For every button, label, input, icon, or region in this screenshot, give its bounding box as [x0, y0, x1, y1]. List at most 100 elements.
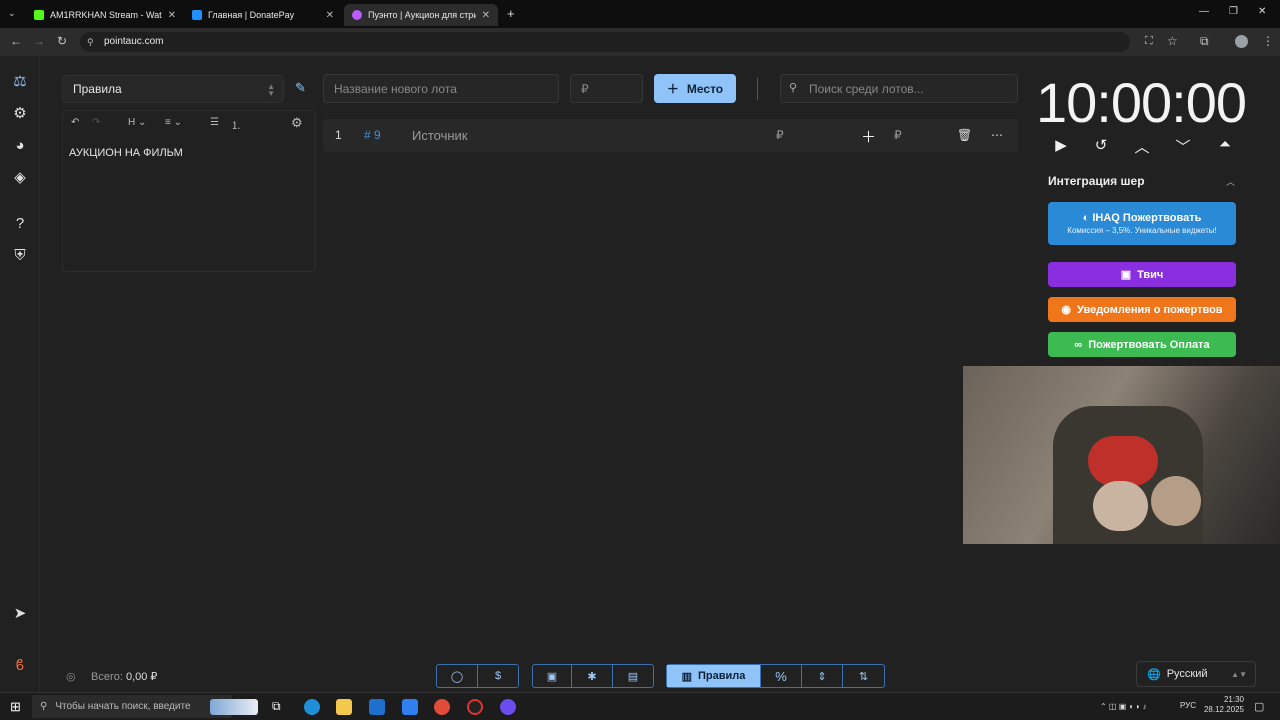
redo-icon[interactable]: ↷ [92, 117, 100, 128]
github-icon[interactable]: ◯ [437, 665, 478, 687]
sort-icon[interactable]: ⇅ [843, 665, 884, 687]
integrations-title: Интеграция шер [1048, 174, 1145, 188]
browser-tab-stream[interactable]: AM1RRKHAN Stream - Watch L ✕ [26, 4, 184, 26]
notifications-icon[interactable]: ▢ [1254, 700, 1264, 713]
browser-tab-pointauc[interactable]: Пуэнто | Аукцион для стриме ✕ [344, 4, 498, 26]
extensions-icon[interactable]: ⧉ [1200, 34, 1209, 49]
lot-price-input[interactable]: ₽ [570, 74, 643, 103]
lot-index: 1 [335, 128, 342, 142]
lot-search-input[interactable]: Поиск среди лотов... [780, 74, 1018, 103]
donationalerts-button[interactable]: ◉ Уведомления о пожертвов [1048, 297, 1236, 322]
language-select[interactable]: 🌐 Русский ▲▼ [1136, 661, 1256, 687]
lot-amount-currency[interactable]: ₽ [776, 128, 784, 142]
kick-favicon-icon [34, 10, 44, 20]
select-updown-icon: ▲▼ [267, 82, 275, 98]
close-tab-icon[interactable]: ✕ [168, 10, 176, 21]
settings-gear-icon[interactable]: ⚙ [10, 104, 30, 124]
reload-icon[interactable]: ↻ [57, 34, 67, 48]
reset-timer-icon[interactable]: ↺ [1091, 136, 1111, 154]
webcam-face [1151, 476, 1201, 526]
tray-language[interactable]: РУС [1180, 701, 1196, 710]
profile-avatar[interactable] [1235, 35, 1248, 48]
rules-select[interactable]: Правила ▲ ▼ [62, 75, 284, 103]
increase-time-chevron-icon[interactable]: ︿ [1132, 136, 1152, 157]
lot-name-input[interactable]: Название нового лота [323, 74, 559, 103]
undo-icon[interactable]: ↶ [71, 117, 79, 128]
bullet-list-icon[interactable]: ☰ [210, 117, 219, 128]
app-icon[interactable] [402, 699, 418, 715]
lot-id[interactable]: # 9 [364, 128, 381, 142]
auction-icon[interactable]: ⚖ [10, 72, 30, 92]
collapse-chevron-icon[interactable]: ︿ [1226, 175, 1235, 188]
compact-view-icon[interactable]: ⇕ [802, 665, 843, 687]
bug-report-icon[interactable]: ✱ [572, 665, 613, 687]
site-info-icon[interactable]: ⚲ [87, 37, 94, 48]
add-amount-currency[interactable]: ₽ [894, 128, 902, 142]
new-tab-button[interactable]: + [507, 6, 515, 21]
layers-icon[interactable]: ◈ [10, 168, 30, 188]
forward-arrow-icon[interactable]: → [33, 34, 45, 48]
tab-list-chevron-icon[interactable]: ⌄ [8, 8, 16, 19]
obs-icon[interactable] [467, 699, 483, 715]
taskbar-search[interactable]: ⚲ Чтобы начать поиск, введите [32, 695, 232, 718]
boosty-icon[interactable]: ϐ [10, 656, 30, 676]
browser-tab-donatepay[interactable]: Главная | DonatePay ✕ [184, 4, 342, 26]
webcam-red-hat [1088, 436, 1158, 486]
bookmark-star-icon[interactable]: ☆ [1167, 34, 1178, 48]
add-place-button[interactable]: ＋ Место [654, 74, 736, 103]
ihaq-donate-button[interactable]: ◐ IHAQ Пожертвовать Комиссия – 3,5%. Уни… [1048, 202, 1236, 245]
lot-name[interactable]: Источник [412, 128, 468, 143]
play-icon[interactable]: ▶ [1051, 136, 1071, 154]
app-icon[interactable] [500, 699, 516, 715]
edge-icon[interactable] [304, 699, 320, 715]
close-window-icon[interactable]: ✕ [1258, 6, 1266, 17]
align-dropdown-icon[interactable]: ≡ ⌄ [165, 117, 182, 128]
close-tab-icon[interactable]: ✕ [326, 10, 334, 21]
edit-pencil-icon[interactable]: ✎ [295, 80, 306, 96]
rules-toggle-button[interactable]: ▥ Правила [667, 665, 761, 687]
search-highlight-image [210, 699, 258, 715]
windows-start-icon[interactable]: ⊞ [10, 699, 21, 715]
rules-text[interactable]: АУКЦИОН НА ФИЛЬМ [69, 147, 183, 159]
numbered-list-icon[interactable]: ⒈ [231, 117, 241, 132]
total-amount: Всего: 0,00 ₽ [91, 671, 158, 683]
maximize-icon[interactable]: ❐ [1229, 6, 1238, 17]
more-options-icon[interactable]: ⋯ [991, 128, 1003, 142]
select-updown-icon: ▲▼ [1231, 669, 1247, 679]
chrome-icon[interactable] [434, 699, 450, 715]
globe-icon: 🌐 [1147, 668, 1161, 681]
donatepay-button[interactable]: ∞ Пожертвовать Оплата [1048, 332, 1236, 357]
double-up-icon[interactable]: ⏶ [1215, 136, 1235, 153]
editor-settings-icon[interactable]: ⚙ [291, 115, 303, 131]
delete-trash-icon[interactable]: 🗑 [957, 128, 972, 142]
task-view-icon[interactable]: ⧉ [272, 699, 281, 714]
donate-dollar-icon[interactable]: $ [478, 665, 518, 687]
decrease-time-chevron-icon[interactable]: ﹀ [1173, 136, 1193, 157]
webcam-overlay [963, 366, 1280, 544]
store-icon[interactable] [369, 699, 385, 715]
minimize-icon[interactable]: — [1199, 6, 1209, 17]
close-tab-icon[interactable]: ✕ [482, 10, 490, 21]
add-amount-plus-icon[interactable]: ＋ [861, 126, 876, 147]
heading-dropdown[interactable]: H ⌄ [128, 117, 146, 128]
palette-icon[interactable]: ◕ [10, 136, 30, 156]
rules-editor[interactable] [62, 110, 316, 272]
hide-eye-icon[interactable]: ◎ [66, 670, 76, 683]
translate-icon[interactable]: ⛶ [1145, 35, 1153, 48]
shield-icon[interactable]: ⛨ [10, 246, 30, 266]
ihaq-logo-icon: ◐ [1082, 212, 1090, 224]
percent-button[interactable]: % [761, 665, 802, 687]
help-icon[interactable]: ? [10, 214, 30, 234]
tray-icons[interactable]: ⌃ ◫ ▣ ◖ ◗ ♪ [1100, 702, 1147, 711]
telegram-icon[interactable]: ➤ [10, 604, 30, 624]
url-field[interactable]: pointauc.com [80, 32, 1130, 52]
taskbar-clock[interactable]: 21:30 28.12.2025 [1196, 695, 1244, 715]
back-arrow-icon[interactable]: ← [10, 34, 22, 48]
file-explorer-icon[interactable] [336, 699, 352, 715]
browser-menu-icon[interactable]: ⋮ [1262, 34, 1274, 48]
twitch-button[interactable]: ▣ Твич [1048, 262, 1236, 287]
donatepay-logo-icon: ∞ [1074, 338, 1083, 351]
donatepay-favicon-icon [192, 10, 202, 20]
save-icon[interactable]: ▣ [533, 665, 572, 687]
archive-icon[interactable]: ▤ [613, 665, 653, 687]
